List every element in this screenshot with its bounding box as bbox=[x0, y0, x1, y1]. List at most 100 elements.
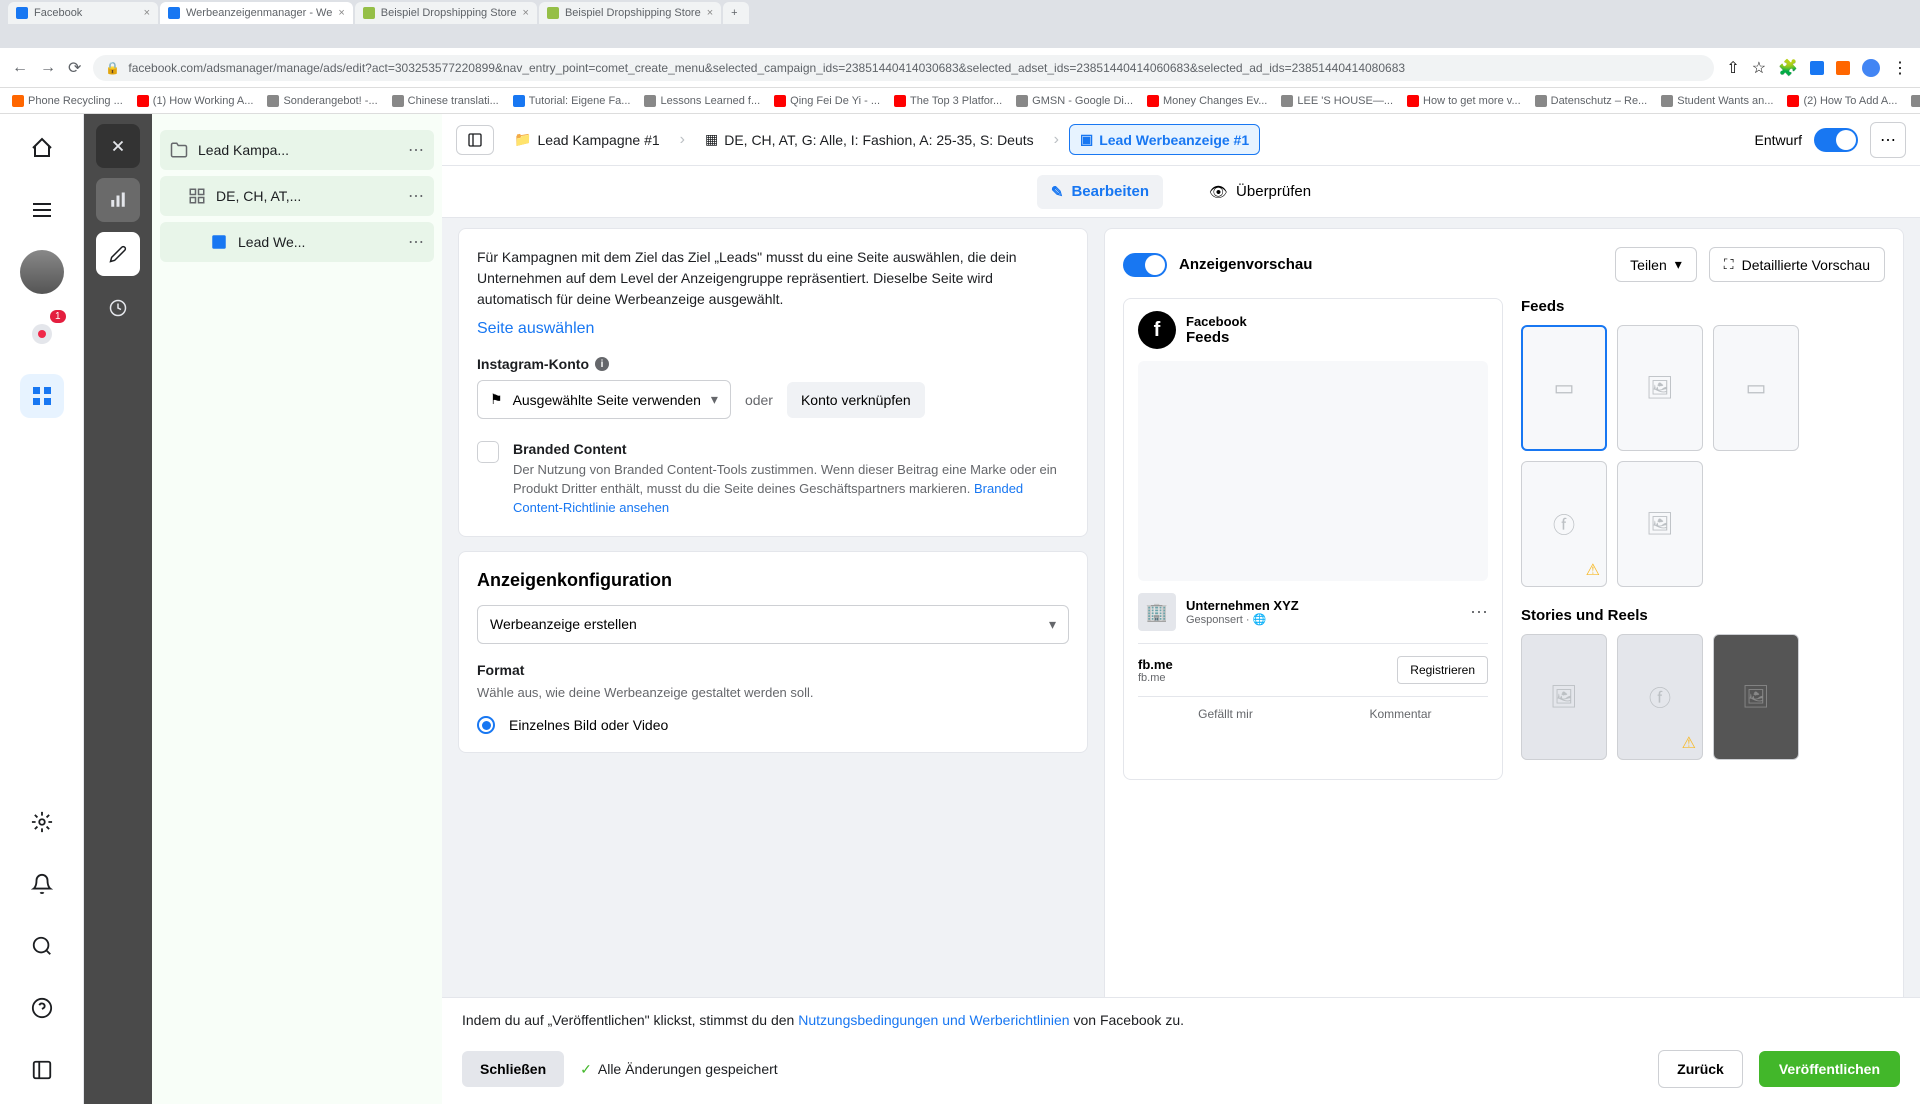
branded-content-checkbox[interactable] bbox=[477, 441, 499, 463]
bookmark-item[interactable]: Lessons Learned f... bbox=[644, 95, 760, 107]
panel-toggle[interactable] bbox=[456, 125, 494, 155]
more-icon[interactable]: ⋯ bbox=[408, 232, 424, 252]
detailed-preview-button[interactable]: ⛶Detaillierte Vorschau bbox=[1709, 247, 1885, 282]
crumb-campaign[interactable]: 📁Lead Kampagne #1 bbox=[504, 125, 670, 154]
help-icon[interactable] bbox=[20, 986, 64, 1030]
crumb-adset[interactable]: ▦DE, CH, AT, G: Alle, I: Fashion, A: 25-… bbox=[695, 125, 1044, 154]
close-button[interactable]: Schließen bbox=[462, 1051, 564, 1087]
feeds-heading: Feeds bbox=[1521, 298, 1885, 315]
settings-icon[interactable] bbox=[20, 800, 64, 844]
home-icon[interactable] bbox=[20, 126, 64, 170]
close-button[interactable] bbox=[96, 124, 140, 168]
collapse-icon[interactable] bbox=[20, 1048, 64, 1092]
bell-icon[interactable] bbox=[20, 862, 64, 906]
placement-thumb[interactable]: 🖼 bbox=[1617, 325, 1703, 451]
bookmark-item[interactable]: Datenschutz – Re... bbox=[1535, 95, 1648, 107]
placement-thumb[interactable]: 🖼 bbox=[1521, 634, 1607, 760]
star-icon[interactable]: ☆ bbox=[1752, 58, 1766, 78]
crumb-ad[interactable]: ▣Lead Werbeanzeige #1 bbox=[1069, 124, 1260, 155]
preview-toggle[interactable] bbox=[1123, 253, 1167, 277]
puzzle-icon[interactable]: 🧩 bbox=[1778, 58, 1798, 78]
publish-button[interactable]: Veröffentlichen bbox=[1759, 1051, 1900, 1087]
tab-edit[interactable]: ✎Bearbeiten bbox=[1037, 175, 1163, 209]
bookmark-item[interactable]: Phone Recycling ... bbox=[12, 95, 123, 107]
branded-title: Branded Content bbox=[513, 441, 1069, 457]
tab-facebook[interactable]: Facebook× bbox=[8, 2, 158, 24]
facebook-icon: ⓕ bbox=[1553, 508, 1575, 540]
ads-manager-icon[interactable] bbox=[20, 374, 64, 418]
url-input[interactable]: 🔒 facebook.com/adsmanager/manage/ads/edi… bbox=[93, 55, 1714, 81]
link-account-button[interactable]: Konto verknüpfen bbox=[787, 382, 925, 418]
forward-icon[interactable]: → bbox=[40, 59, 56, 77]
close-icon[interactable]: × bbox=[707, 7, 713, 19]
terms-link[interactable]: Nutzungsbedingungen und Werberichtlinien bbox=[798, 1012, 1069, 1028]
placement-thumb[interactable]: 🖼 bbox=[1713, 634, 1799, 760]
bookmark-item[interactable]: Money Changes Ev... bbox=[1147, 95, 1267, 107]
more-icon[interactable]: ⋯ bbox=[1470, 602, 1488, 623]
bookmark-item[interactable]: Download — Cooki... bbox=[1911, 95, 1920, 107]
chart-icon[interactable] bbox=[96, 178, 140, 222]
avatar-icon[interactable] bbox=[1862, 59, 1880, 77]
tree-label: Lead We... bbox=[238, 234, 398, 250]
bookmark-item[interactable]: Student Wants an... bbox=[1661, 95, 1773, 107]
workspace: 📁Lead Kampagne #1 › ▦DE, CH, AT, G: Alle… bbox=[442, 114, 1920, 1104]
close-icon[interactable]: × bbox=[144, 7, 150, 19]
comment-button[interactable]: Kommentar bbox=[1313, 697, 1488, 731]
tab-review[interactable]: 👁Überprüfen bbox=[1195, 175, 1325, 209]
placement-thumb[interactable]: ⓕ⚠ bbox=[1617, 634, 1703, 760]
bookmark-item[interactable]: LEE 'S HOUSE—... bbox=[1281, 95, 1393, 107]
bookmark-item[interactable]: Qing Fei De Yi - ... bbox=[774, 95, 880, 107]
bookmark-item[interactable]: Sonderangebot! -... bbox=[267, 95, 377, 107]
search-icon[interactable] bbox=[20, 924, 64, 968]
like-button[interactable]: Gefällt mir bbox=[1138, 697, 1313, 731]
menu-icon[interactable]: ⋮ bbox=[1892, 58, 1908, 78]
cta-button[interactable]: Registrieren bbox=[1397, 656, 1488, 684]
placement-thumb[interactable]: ▭ bbox=[1521, 325, 1607, 451]
menu-icon[interactable] bbox=[20, 188, 64, 232]
close-icon[interactable]: × bbox=[338, 7, 344, 19]
back-icon[interactable]: ← bbox=[12, 59, 28, 77]
instagram-page-dropdown[interactable]: ⚑ Ausgewählte Seite verwenden ▾ bbox=[477, 380, 731, 419]
share-icon[interactable]: ⇧ bbox=[1726, 58, 1739, 78]
edit-icon[interactable] bbox=[96, 232, 140, 276]
tree-adset[interactable]: DE, CH, AT,... ⋯ bbox=[160, 176, 434, 216]
format-radio-single[interactable] bbox=[477, 716, 495, 734]
config-dropdown[interactable]: Werbeanzeige erstellen ▾ bbox=[477, 605, 1069, 644]
placement-thumb[interactable]: 🖼 bbox=[1617, 461, 1703, 587]
more-button[interactable]: ⋯ bbox=[1870, 122, 1906, 158]
bookmark-item[interactable]: Tutorial: Eigene Fa... bbox=[513, 95, 631, 107]
bookmark-item[interactable]: (1) How Working A... bbox=[137, 95, 254, 107]
placement-thumb[interactable]: ⓕ⚠ bbox=[1521, 461, 1607, 587]
tab-store-2[interactable]: Beispiel Dropshipping Store× bbox=[539, 2, 721, 24]
tree-campaign[interactable]: Lead Kampa... ⋯ bbox=[160, 130, 434, 170]
info-icon[interactable]: i bbox=[595, 357, 609, 371]
status-toggle[interactable] bbox=[1814, 128, 1858, 152]
mode-tabs: ✎Bearbeiten 👁Überprüfen bbox=[442, 166, 1920, 218]
tree-ad[interactable]: Lead We... ⋯ bbox=[160, 222, 434, 262]
bookmark-item[interactable]: GMSN - Google Di... bbox=[1016, 95, 1133, 107]
ext-icon[interactable] bbox=[1810, 61, 1824, 75]
more-icon[interactable]: ⋯ bbox=[408, 140, 424, 160]
new-tab-button[interactable]: + bbox=[723, 2, 749, 24]
clock-icon[interactable] bbox=[96, 286, 140, 330]
bookmark-item[interactable]: Chinese translati... bbox=[392, 95, 499, 107]
close-icon[interactable]: × bbox=[523, 7, 529, 19]
ext-icon[interactable] bbox=[1836, 61, 1850, 75]
warning-icon: ⚠ bbox=[1586, 560, 1600, 580]
preview-title: Anzeigenvorschau bbox=[1179, 256, 1603, 273]
image-icon: ▭ bbox=[1746, 375, 1767, 401]
pencil-icon: ✎ bbox=[1051, 183, 1064, 201]
select-page-link[interactable]: Seite auswählen bbox=[477, 320, 594, 338]
bookmark-item[interactable]: The Top 3 Platfor... bbox=[894, 95, 1002, 107]
tab-store-1[interactable]: Beispiel Dropshipping Store× bbox=[355, 2, 537, 24]
avatar[interactable] bbox=[20, 250, 64, 294]
share-button[interactable]: Teilen▾ bbox=[1615, 247, 1697, 282]
back-button[interactable]: Zurück bbox=[1658, 1050, 1743, 1088]
bookmark-item[interactable]: How to get more v... bbox=[1407, 95, 1521, 107]
placement-thumb[interactable]: ▭ bbox=[1713, 325, 1799, 451]
more-icon[interactable]: ⋯ bbox=[408, 186, 424, 206]
tab-ads-manager[interactable]: Werbeanzeigenmanager - We× bbox=[160, 2, 353, 24]
reload-icon[interactable]: ⟳ bbox=[68, 58, 81, 78]
bookmark-item[interactable]: (2) How To Add A... bbox=[1787, 95, 1897, 107]
ads-icon[interactable]: 1 bbox=[20, 312, 64, 356]
